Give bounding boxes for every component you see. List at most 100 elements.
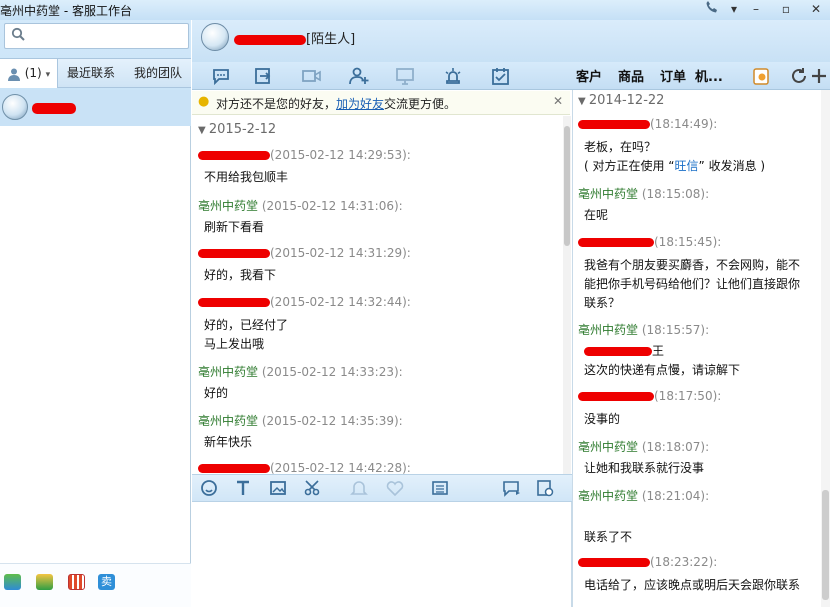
font-icon[interactable] (228, 476, 258, 500)
peer-avatar (201, 23, 229, 51)
contacts-sidebar: (1) ▾ 最近联系 我的团队 卖 (0, 20, 191, 607)
add-friend-link[interactable]: 加为好友 (336, 97, 384, 111)
add-icon[interactable] (808, 64, 826, 88)
chat-toolbar: 客户 商品 订单 机... (192, 62, 830, 90)
message-meta: (2015-02-12 14:42:28): (198, 461, 411, 474)
message-text: 好的，已经付了 (204, 318, 289, 332)
history-icon[interactable] (530, 476, 560, 500)
quick-reply-icon[interactable] (496, 476, 526, 500)
close-icon[interactable]: ✕ (804, 0, 828, 19)
history-text: 联系了不 (584, 530, 633, 544)
emoji-icon[interactable] (194, 476, 224, 500)
message-meta: (2015-02-12 14:32:44): (198, 295, 411, 309)
contact-item[interactable] (0, 90, 191, 126)
history-text: 王 (584, 342, 664, 361)
search-input[interactable] (31, 27, 181, 45)
video-icon[interactable] (296, 64, 326, 88)
chevron-down-icon: ▾ (45, 70, 51, 80)
reply-icon[interactable] (206, 64, 236, 88)
history-scrollbar[interactable] (821, 90, 830, 607)
window-title: 亳州中药堂 - 客服工作台 (0, 4, 132, 18)
minimize-icon[interactable]: – (744, 0, 768, 19)
sidebar-tabs: (1) ▾ 最近联系 我的团队 (0, 58, 191, 88)
history-scrollbar-thumb[interactable] (822, 490, 829, 600)
history-meta: (18:15:45): (578, 235, 721, 249)
sender-redacted (578, 558, 650, 567)
sender-redacted (578, 392, 654, 401)
sender-redacted (198, 151, 270, 160)
note-icon[interactable] (746, 64, 776, 88)
history-text: 让她和我联系就行没事 (584, 461, 705, 475)
tab-products[interactable]: 商品 (618, 66, 644, 85)
message-text: 好的 (204, 386, 229, 400)
tab-customer[interactable]: 客户 (576, 66, 602, 85)
message-meta: 亳州中药堂 (2015-02-12 14:35:39): (198, 414, 403, 428)
history-meta: 亳州中药堂 (18:15:57): (578, 323, 710, 337)
peer-name-redacted (234, 34, 306, 45)
chat-scrollbar[interactable] (563, 116, 571, 474)
contact-name-redacted (32, 103, 76, 114)
history-text: 能把你手机号码给他们？让他们直接跟你 (584, 277, 801, 291)
history-text: 我爸有个朋友要买麝香，不会网购，能不 (584, 258, 801, 272)
message-text: 不用给我包顺丰 (204, 170, 289, 184)
search-box[interactable] (4, 23, 189, 49)
phone-icon[interactable] (700, 0, 724, 19)
tab-more[interactable]: 机... (695, 66, 735, 85)
history-meta: 亳州中药堂 (18:15:08): (578, 187, 710, 201)
message-meta: 亳州中药堂 (2015-02-12 14:31:06): (198, 199, 403, 213)
close-notice-icon[interactable]: ✕ (553, 94, 563, 108)
scissors-icon[interactable] (298, 476, 328, 500)
message-meta: (2015-02-12 14:29:53): (198, 148, 411, 162)
image-icon[interactable] (263, 476, 293, 500)
sender-redacted (578, 238, 654, 247)
person-icon (7, 68, 20, 81)
history-text: 电话给了，应该晚点或明后天会跟你联系 (584, 578, 801, 592)
message-input[interactable] (192, 502, 572, 607)
lightbulb-icon: ● (198, 94, 210, 109)
heart-icon[interactable] (380, 476, 410, 500)
sender-redacted (198, 249, 270, 258)
history-meta: (18:14:49): (578, 117, 717, 131)
message-meta: (2015-02-12 14:31:29): (198, 246, 411, 260)
tab-my-team[interactable]: 我的团队 (126, 59, 190, 88)
message-text: 新年快乐 (204, 435, 253, 449)
message-text: 刷新下看看 (204, 220, 265, 234)
sender-redacted (198, 298, 270, 307)
sender-redacted (198, 464, 270, 473)
keyboard-icon[interactable] (425, 476, 455, 500)
search-icon (11, 27, 25, 41)
sender-redacted (578, 120, 650, 129)
chat-scrollbar-thumb[interactable] (564, 126, 570, 246)
plugin-icon[interactable] (36, 574, 53, 590)
history-text: 老板，在吗？ (584, 140, 657, 154)
screen-share-icon[interactable] (390, 64, 420, 88)
history-note: ( 对方正在使用 “旺信” 收发消息 ) (584, 159, 766, 173)
message-meta: 亳州中药堂 (2015-02-12 14:33:23): (198, 365, 403, 379)
chat-messages: ▼ 2015-2-12 (2015-02-12 14:29:53): 不用给我包… (192, 116, 564, 474)
transfer-icon[interactable] (248, 64, 278, 88)
history-meta: (18:23:22): (578, 555, 717, 569)
peer-tag: [陌生人] (306, 32, 356, 47)
message-text: 好的，我看下 (204, 268, 277, 282)
sell-icon[interactable]: 卖 (98, 574, 115, 590)
schedule-icon[interactable] (486, 64, 516, 88)
add-user-icon[interactable] (344, 64, 374, 88)
app-store-icon[interactable] (4, 574, 21, 590)
tab-orders[interactable]: 订单 (660, 66, 686, 85)
chat-header: [陌生人] (192, 20, 830, 62)
refresh-icon[interactable] (788, 64, 806, 88)
avatar (2, 94, 28, 120)
shop-icon[interactable] (68, 574, 85, 590)
history-panel: ▼ 2014-12-22 (18:14:49): 老板，在吗？ ( 对方正在使用… (572, 90, 830, 607)
tab-recent[interactable]: 最近联系 (60, 59, 122, 88)
text-redacted (584, 347, 652, 356)
alarm-icon[interactable] (438, 64, 468, 88)
tab-contacts[interactable]: (1) ▾ (0, 59, 58, 88)
history-meta: 亳州中药堂 (18:21:04): (578, 489, 710, 503)
history-meta: (18:17:50): (578, 389, 721, 403)
maximize-icon[interactable]: ▫ (774, 0, 798, 19)
dropdown-icon[interactable]: ▾ (722, 0, 746, 19)
bell-icon[interactable] (344, 476, 374, 500)
history-text: 在呢 (584, 208, 609, 222)
title-bar: 亳州中药堂 - 客服工作台 ▾ – ▫ ✕ (0, 0, 830, 20)
